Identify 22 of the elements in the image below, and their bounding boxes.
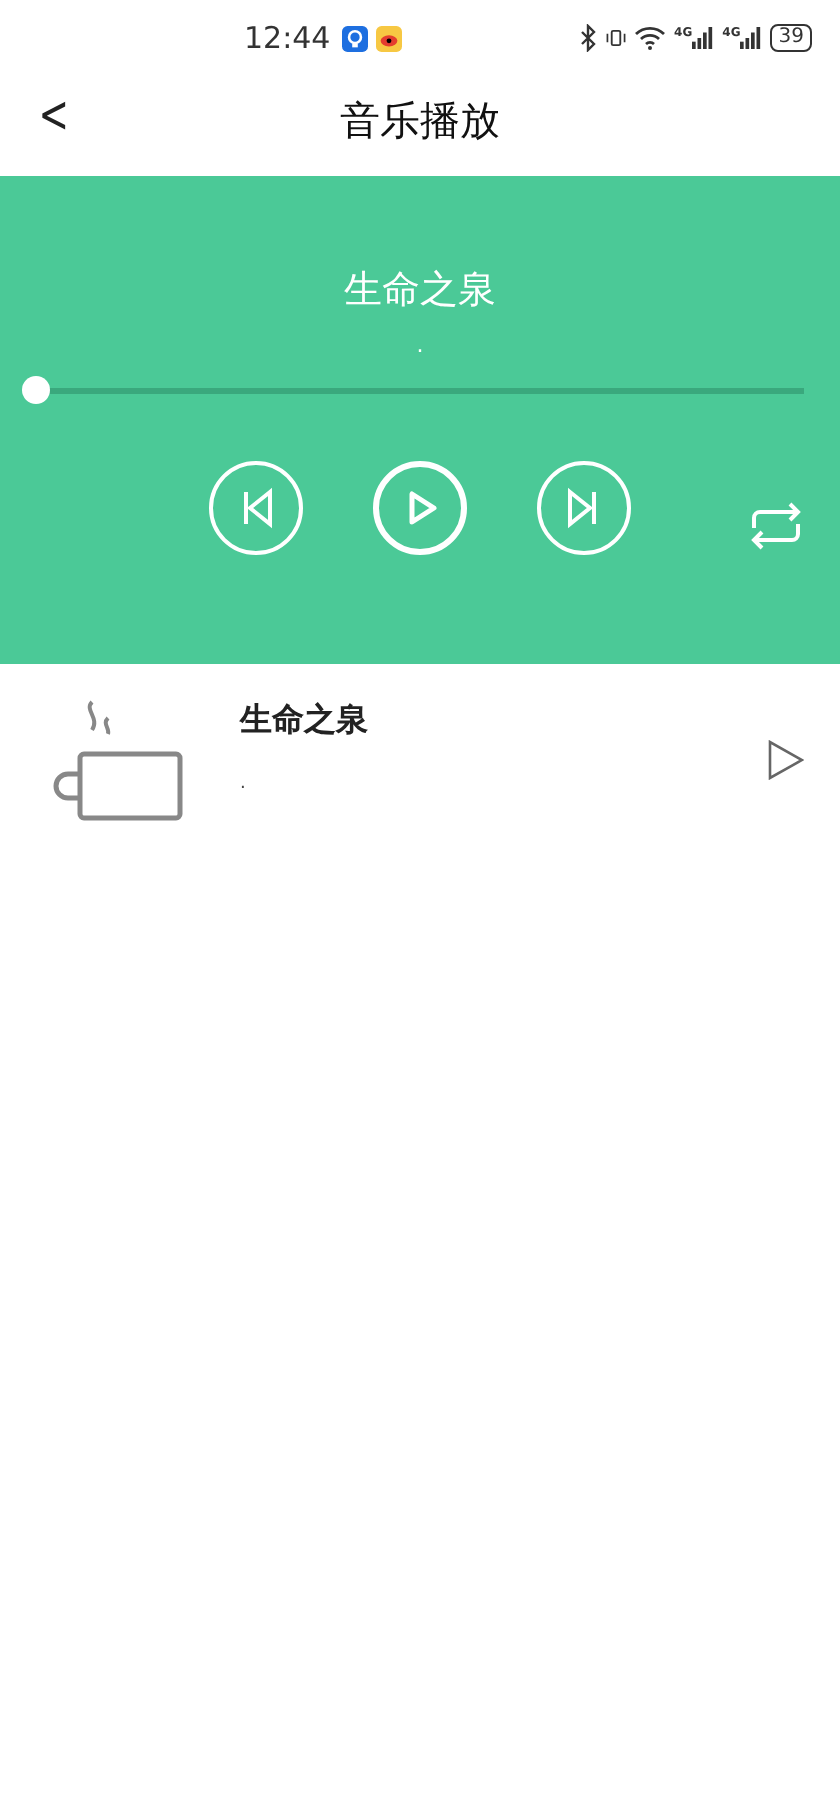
wifi-icon: [634, 26, 667, 50]
artist-name: .: [240, 774, 248, 794]
song-title: 生命之泉: [240, 700, 370, 742]
eye-icon: [376, 25, 403, 51]
signal-icon: [692, 26, 715, 50]
slider-thumb[interactable]: [22, 376, 50, 404]
repeat-icon[interactable]: [748, 500, 804, 552]
bulb-icon: [342, 25, 369, 51]
play-icon[interactable]: [768, 740, 804, 780]
progress-slider[interactable]: [22, 376, 804, 404]
battery-level: 39: [770, 24, 812, 52]
song-title: 生命之泉: [342, 266, 498, 316]
back-button[interactable]: <: [30, 84, 78, 148]
vibrate-icon: [606, 24, 627, 52]
status-time: 12:44: [244, 20, 331, 56]
artist-name: .: [414, 332, 426, 360]
page-title: 音乐播放: [340, 93, 500, 147]
song-row[interactable]: 生命之泉 .: [0, 664, 840, 844]
signal-icon: [740, 26, 763, 50]
next-icon[interactable]: [536, 460, 632, 556]
previous-icon[interactable]: [208, 460, 304, 556]
bluetooth-icon: [578, 24, 599, 52]
